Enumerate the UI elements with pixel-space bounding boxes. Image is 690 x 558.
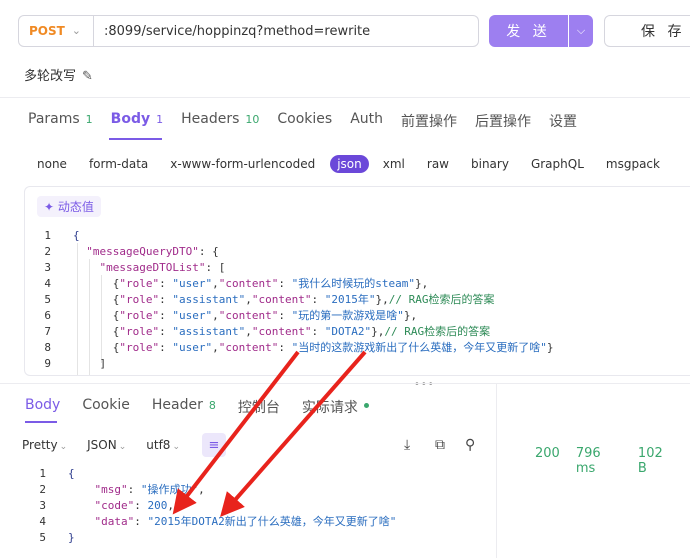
method-label: POST [29,24,65,38]
code-line: 5 {"role": "assistant","content": "2015年… [44,293,495,306]
copy-icon[interactable]: ⧉ [435,437,445,453]
edit-pencil-icon[interactable]: ✎ [82,69,93,84]
pane-divider[interactable] [0,383,690,384]
chevron-down-icon: ⌵ [576,24,586,37]
tab-params[interactable]: Params 1 [28,111,93,131]
code-line: 2 "messageQueryDTO": { [44,245,219,258]
encoding-select[interactable]: utf8 ⌄ [146,438,180,452]
save-button[interactable]: 保 存 [604,15,690,47]
send-button[interactable]: 发 送 [489,15,568,47]
code-line: 7 {"role": "assistant","content": "DOTA2… [44,325,491,338]
magic-wand-icon: ✦ [44,200,58,214]
code-line: 6 {"role": "user","content": "玩的第一款游戏是啥"… [44,309,418,322]
body-type-xml[interactable]: xml [383,157,405,171]
divider [0,97,690,98]
active-response-tab-indicator [25,421,57,423]
wrap-lines-icon[interactable]: ≡ [202,433,226,457]
url-input[interactable]: :8099/service/hoppinzq?method=rewrite [94,15,479,47]
tab-cookies[interactable]: Cookies [277,111,332,131]
tab-pre-request[interactable]: 前置操作 [401,111,457,131]
response-size: 102 B [637,446,663,476]
response-time: 796 ms [575,446,601,476]
response-tabs: Body Cookie Header 8 控制台 实际请求 [25,397,391,417]
status-dot-icon [363,403,369,408]
tab-response-body[interactable]: Body [25,397,60,417]
request-body-editor[interactable]: ✦ 动态值 1{ 2 "messageQueryDTO": { 3 "messa… [24,186,690,376]
code-line: 2 "msg": "操作成功", [39,483,205,496]
body-type-graphql[interactable]: GraphQL [531,157,584,171]
body-type-raw[interactable]: raw [427,157,449,171]
tab-response-header[interactable]: Header 8 [152,397,216,417]
request-name-text: 多轮改写 [24,69,77,84]
status-code: 200 [535,446,560,461]
body-type-binary[interactable]: binary [471,157,509,171]
tab-actual-request[interactable]: 实际请求 [302,397,369,417]
code-line: 8 {"role": "user","content": "当时的这款游戏新出了… [44,341,554,354]
tab-body[interactable]: Body 1 [111,111,163,131]
code-line: 3 "messageDTOList": [ [44,261,226,274]
tab-headers[interactable]: Headers 10 [181,111,259,131]
body-type-form-data[interactable]: form-data [89,157,148,171]
code-line: 4 "data": "2015年DOTA2新出了什么英雄，今年又更新了啥" [39,515,397,528]
tab-response-cookie[interactable]: Cookie [82,397,130,417]
body-type-json[interactable]: json [330,155,369,173]
language-select[interactable]: JSON ⌄ [87,438,126,452]
active-tab-indicator [109,138,162,140]
code-line: 3 "code": 200, [39,499,174,512]
download-icon[interactable]: ⤓ [404,437,410,453]
code-line: 4 {"role": "user","content": "我什么时候玩的ste… [44,277,429,290]
response-status: 200 796 ms 102 B [535,446,690,476]
response-body-viewer: 1{ 2 "msg": "操作成功", 3 "code": 200, 4 "da… [0,466,500,546]
search-icon[interactable]: ⚲ [465,437,475,453]
code-line: 5} [39,531,75,544]
send-dropdown-button[interactable]: ⌵ [569,15,593,47]
code-line: 1{ [44,229,80,242]
body-type-msgpack[interactable]: msgpack [606,157,660,171]
format-select[interactable]: Pretty ⌄ [22,438,67,452]
body-type-urlencoded[interactable]: x-www-form-urlencoded [170,157,315,171]
tab-settings[interactable]: 设置 [549,111,577,131]
response-toolbar: Pretty ⌄ JSON ⌄ utf8 ⌄ [22,438,200,452]
body-type-none[interactable]: none [37,157,67,171]
dynamic-value-button[interactable]: ✦ 动态值 [37,196,101,217]
request-name[interactable]: 多轮改写 ✎ [24,65,93,84]
code-line: 1{ [39,467,75,480]
tab-auth[interactable]: Auth [350,111,383,131]
code-lines: 1{ 2 "messageQueryDTO": { 3 "messageDTOL… [25,228,690,372]
tab-post-request[interactable]: 后置操作 [475,111,531,131]
chevron-down-icon: ⌄ [71,24,81,37]
method-select[interactable]: POST ⌄ [18,15,94,47]
code-line: 9 ] [44,357,107,370]
resize-handle[interactable]: ••• [414,379,435,390]
tab-console[interactable]: 控制台 [238,397,280,417]
body-type-selector: none form-data x-www-form-urlencoded jso… [37,155,682,173]
request-tabs: Params 1 Body 1 Headers 10 Cookies Auth 前置操… [28,111,595,131]
